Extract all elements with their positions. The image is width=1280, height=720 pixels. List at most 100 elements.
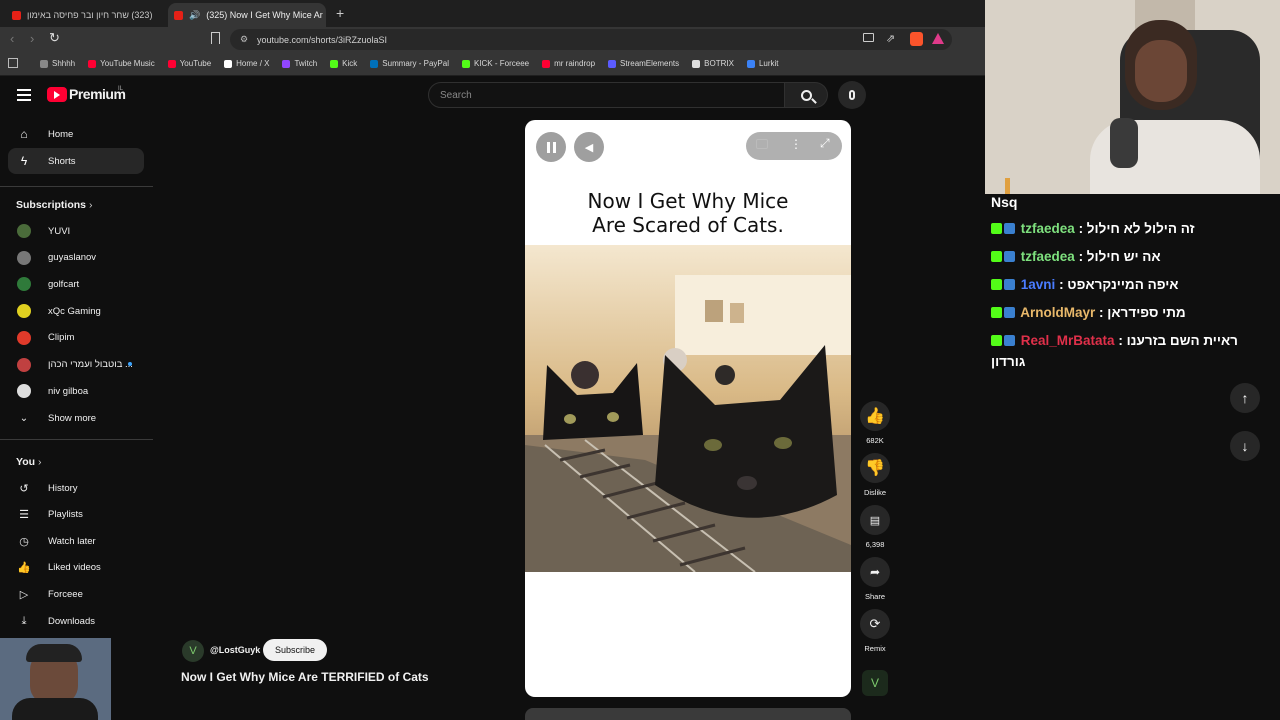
like-count: 682K <box>866 436 884 445</box>
premium-logo-text[interactable]: Premium <box>69 86 126 102</box>
bookmark-favicon-icon <box>370 59 379 68</box>
bookmark-item[interactable]: Shhhh <box>40 59 75 68</box>
bookmark-item[interactable]: YouTube <box>167 59 211 68</box>
you-item[interactable]: 👍 Liked videos <box>8 555 144 581</box>
bookmark-item[interactable]: Summary - PayPal <box>370 59 449 68</box>
bookmark-favicon-icon <box>542 59 551 68</box>
more-options-icon[interactable]: ⋮ <box>790 137 802 151</box>
subscription-item[interactable]: xQc Gaming <box>8 298 144 324</box>
bookmark-item[interactable]: Lurkit <box>746 59 779 68</box>
show-more-button[interactable]: ⌄ Show more <box>8 405 144 431</box>
voice-search-button[interactable] <box>838 81 866 109</box>
share-page-icon[interactable]: ⇗ <box>886 32 895 45</box>
kick-badge-icon <box>991 251 1002 262</box>
you-item[interactable]: ↺ History <box>8 475 144 501</box>
chat-text-continued: גורדון <box>991 354 1026 369</box>
browser-tab-2[interactable]: 🔊 (325) Now I Get Why Mice Ar × <box>168 3 326 27</box>
subscription-label: xQc Gaming <box>48 305 101 317</box>
back-icon[interactable]: ‹ <box>10 31 14 46</box>
cast-icon[interactable] <box>863 33 874 42</box>
subscription-label: Clipim <box>48 332 75 344</box>
sound-source-avatar[interactable]: V <box>862 670 888 696</box>
site-info-icon[interactable]: ⚙ <box>240 34 248 45</box>
kick-badge-icon <box>991 335 1002 346</box>
short-video-frame <box>525 245 851 572</box>
new-tab-button[interactable]: + <box>336 5 344 21</box>
browser-tab-1[interactable]: (323) שחר חיון ובר פחיסה באימון <box>6 3 166 27</box>
forceee-icon: ▷ <box>19 588 29 601</box>
like-action[interactable]: 👍 682K <box>859 401 891 445</box>
youtube-logo-icon[interactable] <box>47 87 67 102</box>
menu-icon[interactable] <box>17 89 31 101</box>
subscription-item[interactable]: בוטבול ועמרי הכהן ... <box>8 352 144 378</box>
comments-action[interactable]: ▤ 6,398 <box>859 505 891 549</box>
subscription-item[interactable]: niv gilboa <box>8 378 144 404</box>
captions-icon[interactable] <box>756 139 768 149</box>
cats-photo <box>525 245 851 572</box>
search-input[interactable]: Search <box>428 82 785 108</box>
bookmark-favicon-icon <box>692 59 701 68</box>
subscription-item[interactable]: guyaslanov <box>8 245 144 271</box>
bookmark-label: Home / X <box>236 59 270 68</box>
forward-icon[interactable]: › <box>30 31 34 46</box>
chat-text: ראיית השם בזרענו : <box>1118 333 1238 348</box>
subscription-item[interactable]: YUVI <box>8 218 144 244</box>
subscription-item[interactable]: golfcart <box>8 271 144 297</box>
bookmark-item[interactable]: Kick <box>330 59 357 68</box>
next-short-button[interactable]: ↓ <box>1230 431 1260 461</box>
bookmark-item[interactable]: Home / X <box>224 59 269 68</box>
brave-shield-icon[interactable] <box>910 32 923 46</box>
bookmark-icon[interactable] <box>211 32 220 44</box>
you-item-label: Watch later <box>48 535 96 547</box>
you-item-label: Playlists <box>48 509 83 521</box>
volume-button[interactable]: ◀ <box>574 132 604 162</box>
you-item[interactable]: ▷ Forceee <box>8 581 144 607</box>
browser-tab-bar: (323) שחר חיון ובר פחיסה באימון 🔊 (325) … <box>0 0 985 27</box>
fullscreen-icon[interactable]: ⤢ <box>820 136 830 151</box>
kick-badge-icon <box>991 223 1002 234</box>
bookmark-item[interactable]: YouTube Music <box>88 59 155 68</box>
brave-rewards-icon[interactable] <box>932 33 944 44</box>
short-video-title[interactable]: Now I Get Why Mice Are TERRIFIED of Cats <box>181 670 429 684</box>
sidebar-item-shorts[interactable]: ϟ Shorts <box>8 148 144 174</box>
home-icon: ⌂ <box>20 127 28 141</box>
bookmark-item[interactable]: StreamElements <box>608 59 679 68</box>
bookmark-favicon-icon <box>746 59 755 68</box>
you-item[interactable]: ☰ Playlists <box>8 502 144 528</box>
you-item-label: Liked videos <box>48 562 101 574</box>
share-action[interactable]: ➦ Share <box>859 557 891 601</box>
subscriber-badge-icon <box>1004 307 1015 318</box>
search-button[interactable] <box>785 82 828 108</box>
pause-button[interactable] <box>536 132 566 162</box>
channel-name[interactable]: @LostGuyk <box>210 645 260 655</box>
dislike-action[interactable]: 👎 Dislike <box>859 453 891 497</box>
subscriber-badge-icon <box>1004 335 1015 346</box>
apps-grid-icon[interactable] <box>8 58 18 68</box>
bookmark-item[interactable]: BOTRIX <box>692 59 734 68</box>
sidebar-item-home[interactable]: ⌂ Home <box>8 121 144 147</box>
chat-text: אה יש חילול : <box>1078 249 1161 264</box>
subscription-item[interactable]: Clipim <box>8 325 144 351</box>
next-short-preview[interactable] <box>525 708 851 720</box>
chat-text: איפה המיינקראפט : <box>1059 277 1179 292</box>
channel-avatar[interactable]: V <box>182 640 204 662</box>
url-field[interactable]: ⚙ youtube.com/shorts/3iRZzuolaSI ⇗ <box>230 29 952 50</box>
previous-short-button[interactable]: ↑ <box>1230 383 1260 413</box>
reload-icon[interactable]: ↻ <box>49 30 60 46</box>
tab-label: (323) שחר חיון ובר פחיסה באימון <box>27 10 153 20</box>
bookmark-item[interactable]: KICK - Forceee <box>461 59 529 68</box>
bookmark-item[interactable]: mr raindrop <box>542 59 595 68</box>
short-player[interactable]: Now I Get Why Mice Are Scared of Cats. ◀… <box>525 120 851 697</box>
subscriptions-heading[interactable]: Subscriptions › <box>16 199 92 211</box>
chevron-down-icon: ⌄ <box>19 412 29 424</box>
remix-action[interactable]: ⟳ Remix <box>859 609 891 653</box>
you-item[interactable]: ◷ Watch later <box>8 528 144 554</box>
you-item[interactable]: ⤓ Downloads <box>8 608 144 634</box>
bookmark-item[interactable]: Twitch <box>282 59 317 68</box>
kick-badge-icon <box>991 279 1002 290</box>
chat-username: ArnoldMayr <box>1020 305 1096 320</box>
you-heading[interactable]: You › <box>16 456 41 468</box>
dislike-icon: 👎 <box>860 453 890 483</box>
subscribe-button[interactable]: Subscribe <box>263 639 327 661</box>
bookmark-label: Shhhh <box>52 59 76 68</box>
